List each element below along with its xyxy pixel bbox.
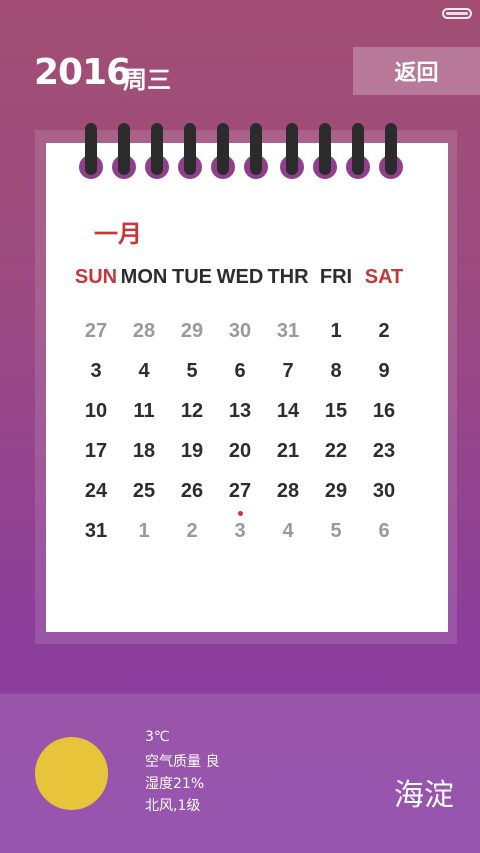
sun-icon bbox=[35, 737, 108, 810]
calendar-day[interactable]: 13 bbox=[216, 400, 264, 423]
calendar-day[interactable]: 15 bbox=[312, 400, 360, 423]
calendar-day[interactable]: 8 bbox=[312, 360, 360, 383]
wind-text: 北风,1级 bbox=[145, 798, 201, 814]
calendar-day[interactable]: 11 bbox=[120, 400, 168, 423]
humidity-text: 湿度21% bbox=[145, 776, 205, 792]
weekday-fri: FRI bbox=[319, 266, 353, 288]
calendar-day[interactable]: 2 bbox=[168, 520, 216, 543]
weekday-sat: SAT bbox=[364, 266, 404, 288]
ring-bar bbox=[385, 123, 397, 175]
ring-bar bbox=[319, 123, 331, 175]
calendar-day[interactable]: 4 bbox=[120, 360, 168, 383]
calendar-day[interactable]: 25 bbox=[120, 480, 168, 503]
calendar-day[interactable]: 28 bbox=[120, 320, 168, 343]
calendar-day[interactable]: 10 bbox=[72, 400, 120, 423]
month-label: 一月 bbox=[94, 220, 142, 248]
ring-bar bbox=[118, 123, 130, 175]
back-button[interactable]: 返回 bbox=[353, 47, 480, 95]
calendar-day[interactable]: 1 bbox=[312, 320, 360, 343]
calendar-day[interactable]: 30 bbox=[216, 320, 264, 343]
ring-bar bbox=[352, 123, 364, 175]
year-label: 2016 bbox=[34, 52, 131, 93]
ring-bar bbox=[217, 123, 229, 175]
ring-bar bbox=[286, 123, 298, 175]
calendar-day[interactable]: 30 bbox=[360, 480, 408, 503]
air-quality-text: 空气质量 良 bbox=[145, 754, 220, 770]
calendar-day[interactable]: 5 bbox=[312, 520, 360, 543]
ring-bar bbox=[151, 123, 163, 175]
calendar-day[interactable]: 31 bbox=[264, 320, 312, 343]
calendar-day[interactable]: 6 bbox=[216, 360, 264, 383]
calendar-day[interactable]: 18 bbox=[120, 440, 168, 463]
calendar-day[interactable]: 21 bbox=[264, 440, 312, 463]
calendar-day[interactable]: 1 bbox=[120, 520, 168, 543]
calendar-day[interactable]: 29 bbox=[312, 480, 360, 503]
temperature-text: 3℃ bbox=[145, 729, 170, 745]
calendar-day[interactable]: 14 bbox=[264, 400, 312, 423]
calendar-day[interactable]: 6 bbox=[360, 520, 408, 543]
weekday-thr: THR bbox=[267, 266, 309, 288]
calendar-day[interactable]: 29 bbox=[168, 320, 216, 343]
calendar-day[interactable]: 3 bbox=[216, 520, 264, 543]
city-label[interactable]: 海淀 bbox=[394, 770, 454, 814]
calendar-day[interactable]: 20 bbox=[216, 440, 264, 463]
calendar-day[interactable]: 24 bbox=[72, 480, 120, 503]
weekday-wed: WED bbox=[216, 266, 264, 288]
weekday-mon: MON bbox=[120, 266, 168, 288]
calendar-day[interactable]: 4 bbox=[264, 520, 312, 543]
calendar-day[interactable]: 12 bbox=[168, 400, 216, 423]
weekday-tue: TUE bbox=[172, 266, 212, 288]
calendar-day[interactable]: 26 bbox=[168, 480, 216, 503]
weekday-sun: SUN bbox=[74, 266, 118, 288]
calendar-day[interactable]: 7 bbox=[264, 360, 312, 383]
calendar-day[interactable]: 27 bbox=[216, 480, 264, 503]
ring-bar bbox=[85, 123, 97, 175]
ring-bar bbox=[250, 123, 262, 175]
calendar-day[interactable]: 9 bbox=[360, 360, 408, 383]
calendar-day[interactable]: 28 bbox=[264, 480, 312, 503]
ring-bar bbox=[184, 123, 196, 175]
calendar-day[interactable]: 5 bbox=[168, 360, 216, 383]
calendar-day[interactable]: 22 bbox=[312, 440, 360, 463]
calendar-day[interactable]: 31 bbox=[72, 520, 120, 543]
calendar-day[interactable]: 17 bbox=[72, 440, 120, 463]
weekday-label: 周三 bbox=[123, 66, 171, 94]
battery-icon bbox=[442, 8, 472, 19]
calendar-day[interactable]: 23 bbox=[360, 440, 408, 463]
calendar-day[interactable]: 16 bbox=[360, 400, 408, 423]
calendar-day[interactable]: 3 bbox=[72, 360, 120, 383]
calendar-day[interactable]: 19 bbox=[168, 440, 216, 463]
calendar-day[interactable]: 2 bbox=[360, 320, 408, 343]
weekday-header-row: SUN MON TUE WED THR FRI SAT bbox=[72, 266, 408, 296]
calendar-day[interactable]: 27 bbox=[72, 320, 120, 343]
today-dot-icon bbox=[237, 511, 243, 516]
